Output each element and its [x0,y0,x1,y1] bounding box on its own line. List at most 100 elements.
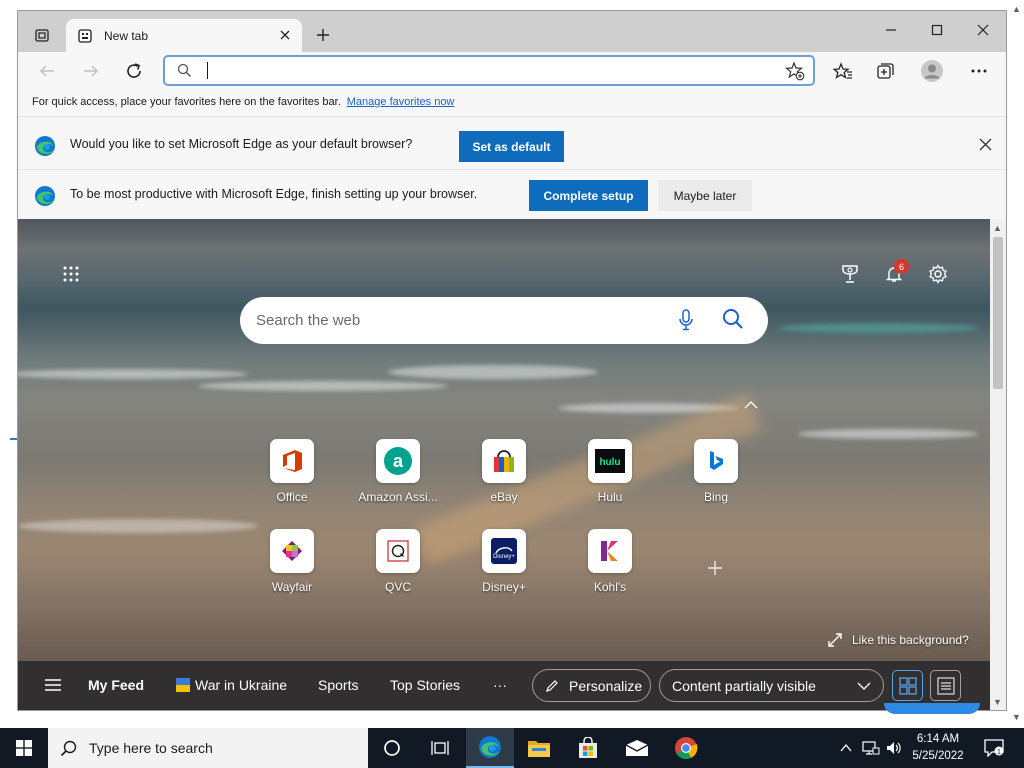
quick-link-amazon[interactable]: a Amazon Assi... [348,439,448,519]
scroll-down-arrow-icon[interactable]: ▼ [993,697,1002,707]
address-bar[interactable] [163,55,815,86]
navigation-toolbar [18,52,1006,90]
more-tabs-button[interactable]: ··· [493,677,507,693]
tab-top-stories[interactable]: Top Stories [390,677,460,693]
complete-setup-button[interactable]: Complete setup [529,180,648,211]
favorites-bar-hint: For quick access, place your favorites h… [18,90,1006,117]
desktop-scrollbar[interactable]: ▲ ▼ [1008,0,1024,728]
search-icon [60,740,77,756]
add-site-button[interactable] [704,557,726,579]
back-button[interactable] [32,57,62,85]
list-layout-button[interactable] [930,670,961,701]
favorites-button[interactable] [828,57,858,85]
collections-button[interactable] [871,57,901,85]
minimize-button[interactable] [868,15,914,45]
profile-button[interactable] [917,57,947,85]
close-tab-icon[interactable] [278,28,292,42]
svg-text:Disney+: Disney+ [493,554,515,560]
minimize-icon [886,29,896,31]
settings-and-more-button[interactable] [964,57,994,85]
close-window-button[interactable] [960,15,1006,45]
task-view-icon [431,741,449,755]
tile-label: Kohl's [593,580,627,594]
app-grid-icon [63,266,79,282]
setup-infobar: To be most productive with Microsoft Edg… [18,171,1006,220]
kohls-icon [588,529,632,573]
notification-center-icon: 1 [984,739,1004,757]
taskbar-mail[interactable] [613,728,661,768]
quick-link-wayfair[interactable]: Wayfair [242,529,342,609]
network-status[interactable] [860,728,882,768]
content-visibility-dropdown[interactable]: Content partially visible [659,669,884,702]
taskbar-store[interactable] [564,728,612,768]
scroll-up-arrow-icon[interactable]: ▲ [1012,4,1021,14]
tab-sports[interactable]: Sports [318,677,358,693]
quick-link-ebay[interactable]: eBay [454,439,554,519]
favorites-hint-text: For quick access, place your favorites h… [32,96,341,108]
more-dots-icon [971,69,987,73]
grid-layout-button[interactable] [892,670,923,701]
taskbar-search-box[interactable] [48,728,368,768]
tab-actions-button[interactable] [28,23,56,47]
microphone-icon[interactable] [678,309,694,331]
cortana-button[interactable] [368,728,416,768]
taskbar-file-explorer[interactable] [515,728,563,768]
add-favorite-icon[interactable] [785,61,805,81]
tab-war-in-ukraine[interactable]: War in Ukraine [195,677,287,693]
chrome-logo-icon [675,737,698,759]
tab-new-tab[interactable]: New tab [66,19,302,52]
show-hidden-icons-button[interactable] [836,728,856,768]
close-infobar-icon[interactable] [979,138,992,154]
like-background-button[interactable]: Like this background? [828,633,969,647]
quick-link-office[interactable]: Office [242,439,342,519]
speaker-icon [887,742,901,754]
action-center-button[interactable]: 1 [980,728,1008,768]
search-icon[interactable] [722,308,744,330]
taskbar-search-input[interactable] [89,740,349,756]
scroll-down-arrow-icon[interactable]: ▼ [1012,712,1021,722]
tab-strip: New tab [18,11,1006,52]
page-settings-button[interactable] [923,259,953,289]
rewards-button[interactable] [835,259,865,289]
scroll-up-arrow-icon[interactable]: ▲ [993,223,1002,233]
amazon-icon: a [376,439,420,483]
background-window-edge [884,703,980,714]
hamburger-menu-icon[interactable] [44,676,62,694]
refresh-button[interactable] [119,57,149,85]
manage-favorites-link[interactable]: Manage favorites now [347,96,455,108]
forward-button[interactable] [76,57,106,85]
quick-link-qvc[interactable]: QVC [348,529,448,609]
chevron-up-icon[interactable] [744,401,758,409]
tab-my-feed[interactable]: My Feed [88,677,144,693]
taskbar-edge[interactable] [466,728,514,768]
background-wave [18,369,248,379]
maybe-later-button[interactable]: Maybe later [658,180,752,211]
svg-text:a: a [393,451,404,471]
quick-link-disney-plus[interactable]: Disney+ Disney+ [454,529,554,609]
taskbar-chrome[interactable] [662,728,710,768]
tile-label: Wayfair [271,580,313,594]
maximize-button[interactable] [914,15,960,45]
page-scrollbar[interactable]: ▲ ▼ [990,219,1006,710]
scrollbar-thumb[interactable] [993,237,1003,389]
task-view-button[interactable] [416,728,464,768]
notifications-button[interactable]: 6 [879,259,909,289]
office-icon [270,439,314,483]
web-search-input[interactable] [256,309,656,331]
background-wave [778,323,978,333]
web-search-box[interactable] [240,297,768,344]
start-button[interactable] [0,728,48,768]
quick-link-hulu[interactable]: hulu Hulu [560,439,660,519]
taskbar-clock[interactable]: 6:14 AM 5/25/2022 [902,731,974,765]
apps-launcher-button[interactable] [56,259,86,289]
address-input[interactable] [213,59,773,81]
quick-link-kohls[interactable]: Kohl's [560,529,660,609]
personalize-button[interactable]: Personalize [532,669,651,702]
new-tab-button[interactable] [312,24,334,46]
favorites-icon [833,62,852,79]
set-as-default-button[interactable]: Set as default [459,131,564,162]
clock-time: 6:14 AM [916,733,960,745]
quick-link-bing[interactable]: Bing [666,439,766,519]
volume-control[interactable] [884,728,904,768]
background-wave [198,381,448,391]
